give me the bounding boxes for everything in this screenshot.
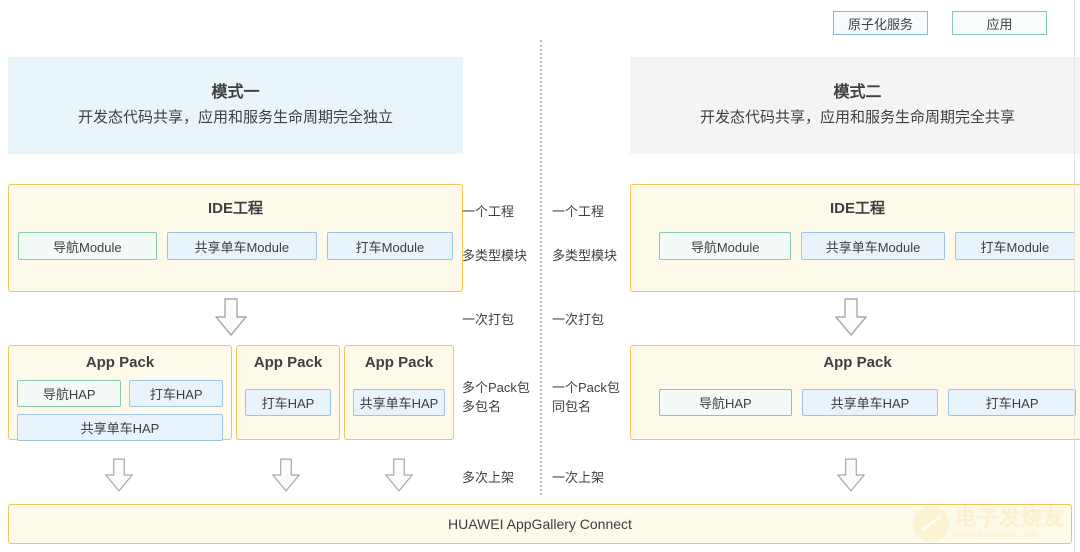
- flow-arrow-down-left-publish-2: [272, 458, 300, 492]
- legend: 原子化服务 应用: [833, 11, 1047, 35]
- legend-item-atomic-service: 原子化服务: [833, 11, 928, 35]
- appgallery-connect-label: HUAWEI AppGallery Connect: [448, 516, 632, 532]
- app-pack-title: App Pack: [85, 354, 155, 371]
- watermark-logo-icon: [913, 506, 949, 542]
- annotation-right-one-build: 一次打包: [552, 312, 605, 327]
- flow-arrow-down-left-publish-1: [105, 458, 133, 492]
- mode-subtitle-right: 开发态代码共享，应用和服务生命周期完全共享: [699, 109, 1015, 127]
- hap-chip-bikeshare: 共享单车HAP: [353, 389, 445, 416]
- annotation-left-publish: 多次上架: [462, 470, 515, 485]
- annotation-left-multi-module: 多类型模块: [462, 248, 528, 263]
- app-pack-row: 共享单车HAP: [353, 389, 445, 416]
- annotation-right-multi-module: 多类型模块: [552, 248, 618, 263]
- hap-chip-taxi: 打车HAP: [245, 389, 331, 416]
- app-pack-content: 打车HAP: [237, 371, 339, 416]
- legend-label-application: 应用: [986, 16, 1013, 32]
- appgallery-connect-bar: HUAWEI AppGallery Connect 电子发烧友 www.elec…: [8, 504, 1072, 544]
- hap-label: 导航HAP: [698, 396, 752, 411]
- module-label: 共享单车Module: [194, 239, 290, 255]
- ide-project-panel-right: IDE工程 导航Module 共享单车Module 打车Module: [630, 184, 1080, 292]
- module-label: 导航Module: [53, 239, 122, 255]
- watermark: 电子发烧友 www.elecfans.com: [913, 506, 1065, 542]
- module-chip-taxi-left: 打车Module: [326, 232, 453, 260]
- hap-chip-bikeshare: 共享单车HAP: [17, 414, 223, 441]
- annotation-right-publish: 一次上架: [552, 470, 605, 485]
- module-label: 打车Module: [355, 239, 425, 255]
- hap-label: 共享单车HAP: [359, 396, 439, 411]
- hap-chip-taxi: 打车HAP: [948, 389, 1076, 416]
- module-chip-bikeshare-left: 共享单车Module: [166, 232, 317, 260]
- hap-chip-navigation: 导航HAP: [659, 389, 792, 416]
- mode-header-right: 模式二 开发态代码共享，应用和服务生命周期完全共享: [630, 57, 1080, 154]
- mode-subtitle-left: 开发态代码共享，应用和服务生命周期完全独立: [77, 109, 393, 127]
- watermark-url: www.elecfans.com: [955, 529, 1038, 540]
- module-label: 打车Module: [980, 239, 1050, 255]
- hap-label: 导航HAP: [42, 387, 96, 402]
- hap-label: 共享单车HAP: [830, 396, 910, 411]
- app-pack-panel-left-1: App Pack 导航HAP 打车HAP 共享单车HAP: [8, 345, 232, 441]
- app-pack-row: 打车HAP: [245, 389, 331, 416]
- app-pack-content: 导航HAP 打车HAP 共享单车HAP: [9, 371, 231, 441]
- module-chip-navigation-left: 导航Module: [18, 232, 157, 260]
- annotation-right-one-project: 一个工程: [552, 204, 605, 219]
- hap-label: 打车HAP: [261, 396, 315, 411]
- module-row-right: 导航Module 共享单车Module 打车Module: [631, 218, 1080, 260]
- app-pack-title: App Pack: [823, 354, 892, 371]
- annotation-left-pack-note: 多个Pack包 多包名: [462, 380, 530, 414]
- watermark-title: 电子发烧友: [955, 507, 1065, 531]
- hap-chip-navigation: 导航HAP: [17, 380, 122, 407]
- module-label: 共享单车Module: [825, 239, 921, 255]
- app-pack-panel-left-2: App Pack 打车HAP: [236, 345, 340, 440]
- hap-chip-bikeshare: 共享单车HAP: [801, 389, 939, 416]
- flow-arrow-down-left-build: [215, 298, 247, 336]
- column-divider: [540, 40, 542, 495]
- page-right-edge: [1074, 0, 1075, 552]
- flow-arrow-down-right-build: [835, 298, 867, 336]
- mode-title-left: 模式一: [211, 84, 260, 102]
- app-pack-row: 共享单车HAP: [17, 414, 223, 441]
- app-pack-row: 导航HAP 打车HAP: [17, 380, 223, 407]
- annotation-left-one-build: 一次打包: [462, 312, 515, 327]
- app-pack-panel-right-1: App Pack 导航HAP 共享单车HAP 打车HAP: [630, 345, 1080, 440]
- mode-header-left: 模式一 开发态代码共享，应用和服务生命周期完全独立: [8, 57, 463, 154]
- flow-arrow-down-left-publish-3: [385, 458, 413, 492]
- ide-project-title-left: IDE工程: [207, 200, 263, 217]
- ide-project-panel-left: IDE工程 导航Module 共享单车Module 打车Module: [8, 184, 463, 292]
- ide-project-title-right: IDE工程: [829, 200, 885, 217]
- flow-arrow-down-right-publish: [837, 458, 865, 492]
- module-chip-bikeshare-right: 共享单车Module: [801, 232, 945, 260]
- module-chip-navigation-right: 导航Module: [659, 232, 792, 260]
- hap-chip-taxi: 打车HAP: [129, 380, 223, 407]
- module-chip-taxi-right: 打车Module: [954, 232, 1075, 260]
- annotation-right-pack-note: 一个Pack包 同包名: [552, 380, 620, 414]
- app-pack-panel-left-3: App Pack 共享单车HAP: [344, 345, 454, 440]
- legend-label-atomic-service: 原子化服务: [847, 16, 913, 32]
- legend-item-application: 应用: [952, 11, 1047, 35]
- app-pack-content: 导航HAP 共享单车HAP 打车HAP: [631, 371, 1080, 416]
- app-pack-title: App Pack: [364, 354, 434, 371]
- mode-title-right: 模式二: [833, 84, 882, 102]
- app-pack-row: 导航HAP 共享单车HAP 打车HAP: [659, 389, 1076, 416]
- annotation-left-one-project: 一个工程: [462, 204, 515, 219]
- module-row-left: 导航Module 共享单车Module 打车Module: [9, 218, 462, 260]
- watermark-text: 电子发烧友 www.elecfans.com: [955, 507, 1065, 540]
- app-pack-content: 共享单车HAP: [345, 371, 453, 416]
- hap-label: 共享单车HAP: [80, 421, 160, 436]
- hap-label: 打车HAP: [149, 387, 203, 402]
- module-label: 导航Module: [690, 239, 760, 255]
- app-pack-title: App Pack: [253, 354, 323, 371]
- hap-label: 打车HAP: [985, 396, 1039, 411]
